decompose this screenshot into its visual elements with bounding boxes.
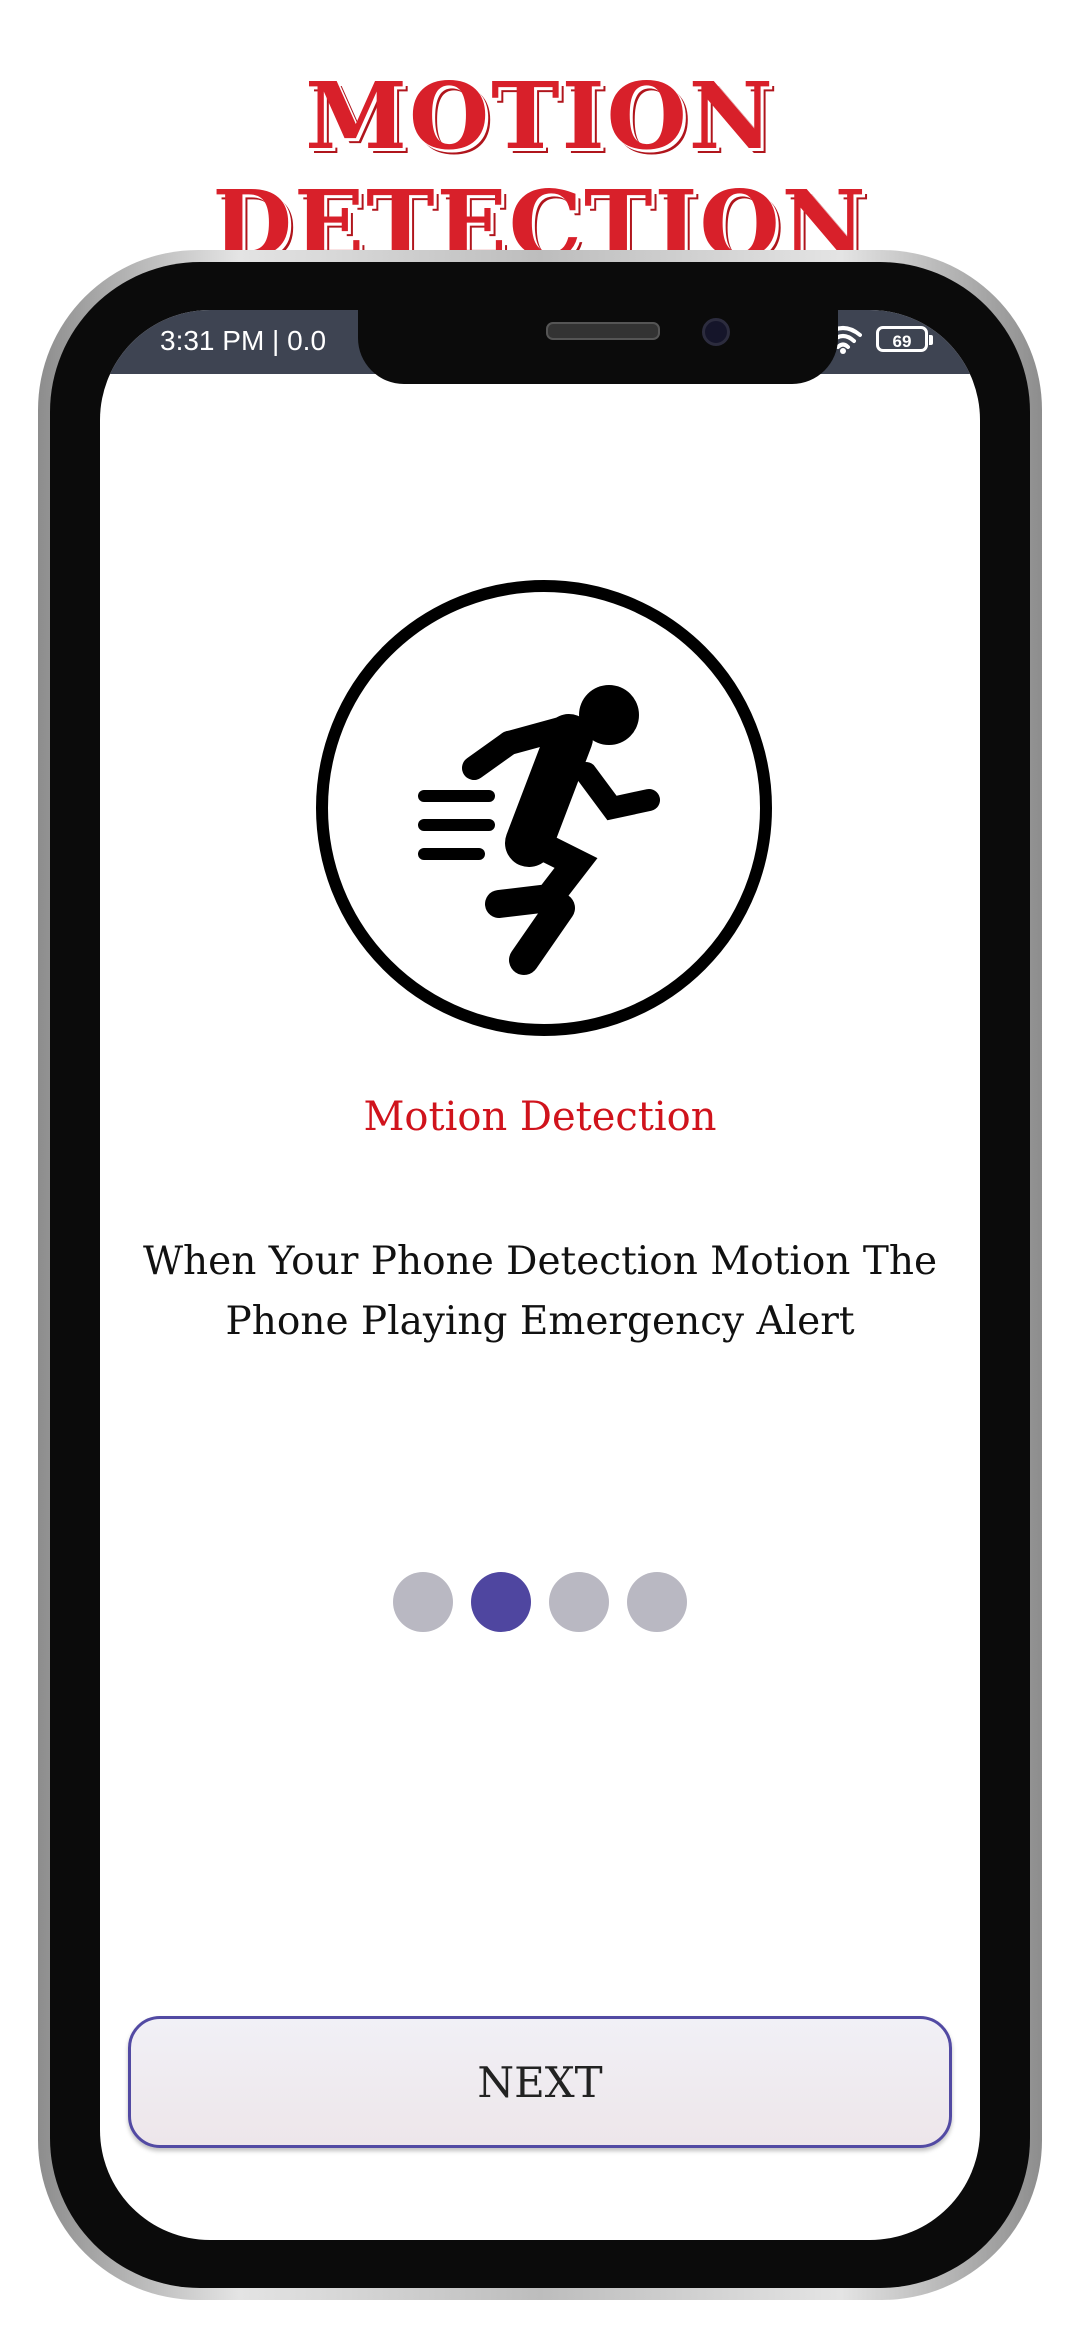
promo-title: MOTION DETECTION xyxy=(212,62,868,278)
screen-description: When Your Phone Detection Motion The Pho… xyxy=(142,1239,938,1344)
running-person-icon xyxy=(316,580,772,1036)
speaker-grille xyxy=(546,322,660,340)
page-dot-4[interactable] xyxy=(627,1572,687,1632)
phone-screen: 3:31 PM | 0.0 69 Motion Detection When Y… xyxy=(100,310,980,2240)
page-dot-1[interactable] xyxy=(393,1572,453,1632)
front-camera xyxy=(702,318,730,346)
next-button[interactable]: NEXT xyxy=(128,2016,952,2148)
phone-bezel: 3:31 PM | 0.0 69 Motion Detection When Y… xyxy=(50,262,1030,2288)
phone-frame: 3:31 PM | 0.0 69 Motion Detection When Y… xyxy=(38,250,1042,2300)
page-dot-3[interactable] xyxy=(549,1572,609,1632)
page-dot-2[interactable] xyxy=(471,1572,531,1632)
battery-icon: 69 xyxy=(876,326,933,352)
phone-notch xyxy=(358,310,838,384)
page-indicator xyxy=(100,1572,980,1632)
screen-title: Motion Detection xyxy=(363,1094,717,1140)
status-time: 3:31 PM | 0.0 xyxy=(160,325,327,356)
